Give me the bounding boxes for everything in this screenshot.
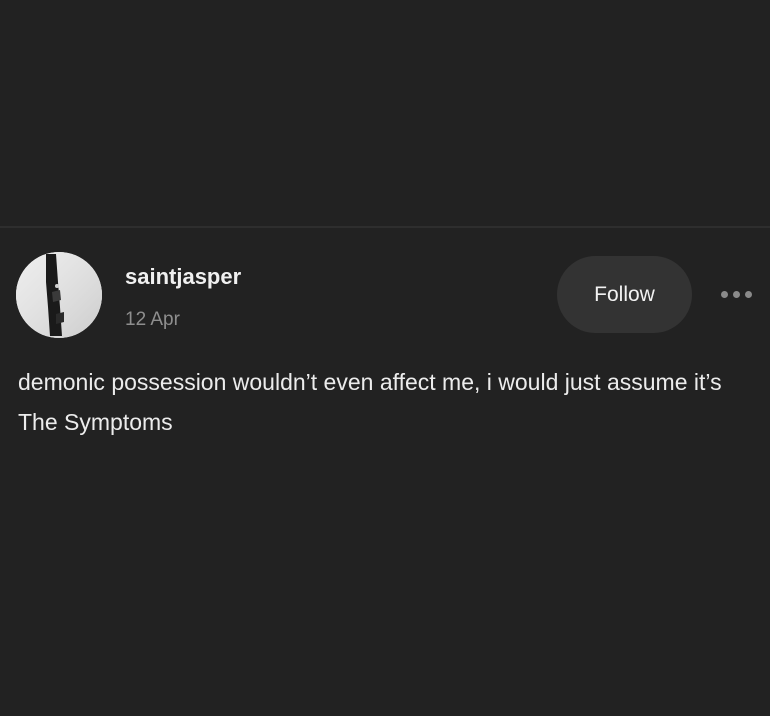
post-header: saintjasper 12 Apr Follow: [0, 245, 770, 345]
more-dots-icon: [720, 290, 728, 298]
avatar-photo: [16, 252, 102, 338]
avatar[interactable]: [16, 252, 102, 338]
follow-button[interactable]: Follow: [557, 256, 692, 333]
post-date: 12 Apr: [125, 309, 180, 330]
post-author-username[interactable]: saintjasper: [125, 264, 241, 290]
feed-divider: [0, 226, 770, 228]
more-dots-icon: [732, 290, 740, 298]
more-options-button[interactable]: [712, 282, 760, 306]
post-text: demonic possession wouldn’t even affect …: [18, 369, 722, 435]
more-dots-icon: [744, 290, 752, 298]
